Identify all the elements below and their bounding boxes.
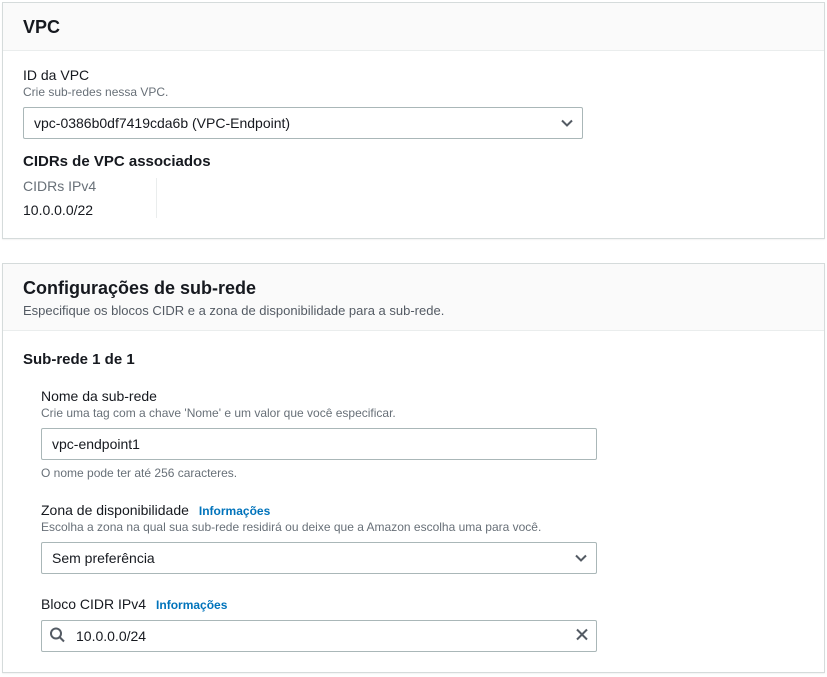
subnet-count-heading: Sub-rede 1 de 1 — [23, 351, 804, 368]
az-label: Zona de disponibilidade — [41, 502, 189, 518]
subnet-panel: Configurações de sub-rede Especifique os… — [2, 263, 825, 673]
az-help: Escolha a zona na qual sua sub-rede resi… — [41, 520, 804, 534]
subnet-name-note: O nome pode ter até 256 caracteres. — [41, 466, 804, 480]
search-icon — [49, 627, 65, 646]
subnet-panel-body: Sub-rede 1 de 1 Nome da sub-rede Crie um… — [3, 331, 824, 672]
vpc-panel-header: VPC — [3, 3, 824, 51]
az-select-value: Sem preferência — [41, 542, 597, 574]
subnet-name-label: Nome da sub-rede — [41, 388, 804, 404]
vpc-id-help: Crie sub-redes nessa VPC. — [23, 85, 804, 99]
vpc-id-select[interactable]: vpc-0386b0df7419cda6b (VPC-Endpoint) — [23, 107, 583, 139]
vpc-id-select-value: vpc-0386b0df7419cda6b (VPC-Endpoint) — [23, 107, 583, 139]
cidr-input-wrap — [41, 620, 597, 652]
subnet-name-group: Nome da sub-rede Crie uma tag com a chav… — [41, 388, 804, 480]
az-info-link[interactable]: Informações — [199, 504, 270, 518]
subnet-panel-title: Configurações de sub-rede — [23, 278, 804, 299]
cidr-info-link[interactable]: Informações — [156, 598, 227, 612]
cidr-label: Bloco CIDR IPv4 — [41, 596, 146, 612]
vpc-id-label: ID da VPC — [23, 67, 804, 83]
cidr-row: CIDRs IPv4 10.0.0.0/22 — [23, 178, 804, 218]
subnet-panel-subtitle: Especifique os blocos CIDR e a zona de d… — [23, 303, 804, 318]
subnet-name-input[interactable] — [41, 428, 597, 460]
vpc-panel: VPC ID da VPC Crie sub-redes nessa VPC. … — [2, 2, 825, 239]
az-group: Zona de disponibilidade Informações Esco… — [41, 502, 804, 574]
cidr-ipv4-value: 10.0.0.0/22 — [23, 202, 96, 218]
cidr-ipv4-label: CIDRs IPv4 — [23, 178, 96, 194]
vpc-panel-body: ID da VPC Crie sub-redes nessa VPC. vpc-… — [3, 51, 824, 238]
subnet-form: Nome da sub-rede Crie uma tag com a chav… — [23, 388, 804, 652]
cidr-ipv4-col: CIDRs IPv4 10.0.0.0/22 — [23, 178, 157, 218]
assoc-cidrs-title: CIDRs de VPC associados — [23, 153, 804, 170]
cidr-input[interactable] — [41, 620, 597, 652]
cidr-group: Bloco CIDR IPv4 Informações — [41, 596, 804, 652]
az-select[interactable]: Sem preferência — [41, 542, 597, 574]
subnet-name-help: Crie uma tag com a chave 'Nome' e um val… — [41, 406, 804, 420]
subnet-panel-header: Configurações de sub-rede Especifique os… — [3, 264, 824, 331]
vpc-panel-title: VPC — [23, 17, 804, 38]
close-icon[interactable] — [575, 628, 589, 645]
